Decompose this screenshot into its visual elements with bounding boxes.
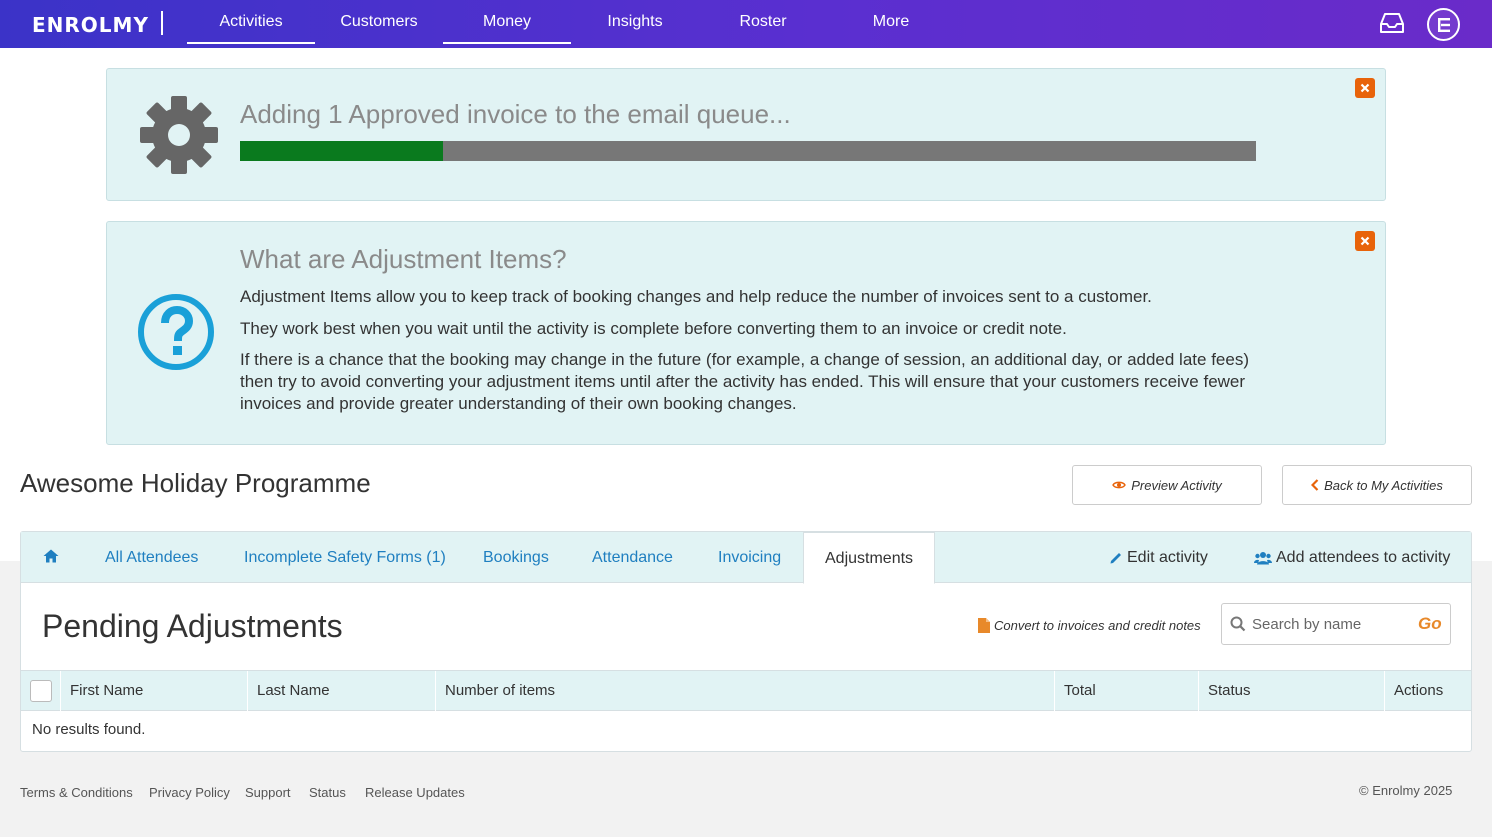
edit-activity-link[interactable]: Edit activity xyxy=(1109,532,1208,583)
info-alert: What are Adjustment Items? Adjustment It… xyxy=(106,221,1386,445)
file-icon xyxy=(978,618,990,633)
pending-adjustments-title: Pending Adjustments xyxy=(42,608,343,644)
close-progress-alert-button[interactable] xyxy=(1355,78,1375,98)
adjustments-panel: All Attendees Incomplete Safety Forms (1… xyxy=(20,531,1472,752)
close-icon xyxy=(1360,236,1370,246)
info-paragraph-1: Adjustment Items allow you to keep track… xyxy=(240,287,1152,306)
close-icon xyxy=(1360,83,1370,93)
preview-activity-button[interactable]: Preview Activity xyxy=(1072,465,1262,505)
top-nav: ENROLMY Activities Customers Money Insig… xyxy=(0,0,1492,48)
edit-activity-label: Edit activity xyxy=(1127,548,1208,566)
progress-bar xyxy=(240,141,1256,161)
column-total[interactable]: Total xyxy=(1054,671,1198,711)
info-alert-title: What are Adjustment Items? xyxy=(240,244,567,274)
search-input[interactable] xyxy=(1252,605,1412,643)
search-icon xyxy=(1230,616,1246,632)
nav-money[interactable]: Money xyxy=(443,0,571,44)
users-icon xyxy=(1254,551,1272,564)
convert-label: Convert to invoices and credit notes xyxy=(994,618,1201,633)
pencil-icon xyxy=(1110,552,1121,563)
footer-status-link[interactable]: Status xyxy=(309,785,346,800)
enrolmy-logo[interactable]: ENROLMY xyxy=(32,13,149,37)
column-status[interactable]: Status xyxy=(1198,671,1384,711)
nav-customers[interactable]: Customers xyxy=(315,0,443,44)
back-to-activities-label: Back to My Activities xyxy=(1324,477,1443,493)
question-circle-icon xyxy=(136,292,216,377)
tab-attendance[interactable]: Attendance xyxy=(592,532,673,583)
nav-more[interactable]: More xyxy=(827,0,955,44)
tab-bookings[interactable]: Bookings xyxy=(483,532,549,583)
chevron-left-icon xyxy=(1311,479,1319,491)
progress-alert-title: Adding 1 Approved invoice to the email q… xyxy=(240,99,791,129)
info-paragraph-3: If there is a chance that the booking ma… xyxy=(240,350,1249,413)
select-all-checkbox[interactable] xyxy=(30,680,52,702)
eye-icon xyxy=(1112,481,1127,489)
activity-tabbar: All Attendees Incomplete Safety Forms (1… xyxy=(21,532,1471,584)
footer-support-link[interactable]: Support xyxy=(245,785,291,800)
nav-activities[interactable]: Activities xyxy=(187,0,315,44)
footer-terms-link[interactable]: Terms & Conditions xyxy=(20,785,133,800)
home-icon xyxy=(43,549,59,563)
tab-adjustments[interactable]: Adjustments xyxy=(803,532,936,584)
nav-roster[interactable]: Roster xyxy=(699,0,827,44)
enrolmy-e-icon xyxy=(1438,18,1450,32)
search-go-button[interactable]: Go xyxy=(1418,614,1442,634)
tab-all-attendees[interactable]: All Attendees xyxy=(105,532,198,583)
table-header: First Name Last Name Number of items Tot… xyxy=(21,670,1471,711)
add-attendees-label: Add attendees to activity xyxy=(1276,548,1451,566)
empty-table-message: No results found. xyxy=(32,721,146,738)
add-attendees-link[interactable]: Add attendees to activity xyxy=(1254,532,1450,583)
footer-privacy-link[interactable]: Privacy Policy xyxy=(149,785,230,800)
tab-incomplete-safety-forms[interactable]: Incomplete Safety Forms (1) xyxy=(244,532,446,583)
tab-invoicing[interactable]: Invoicing xyxy=(718,532,781,583)
user-avatar[interactable] xyxy=(1427,8,1460,41)
preview-activity-label: Preview Activity xyxy=(1131,477,1222,493)
progress-bar-fill xyxy=(240,141,444,161)
gear-icon xyxy=(139,95,219,180)
progress-alert: Adding 1 Approved invoice to the email q… xyxy=(106,68,1386,201)
info-paragraph-2: They work best when you wait until the a… xyxy=(240,319,1067,338)
column-actions: Actions xyxy=(1384,671,1471,711)
footer-release-updates-link[interactable]: Release Updates xyxy=(365,785,465,800)
column-last-name[interactable]: Last Name xyxy=(247,671,435,711)
back-to-activities-button[interactable]: Back to My Activities xyxy=(1282,465,1472,505)
column-number-of-items[interactable]: Number of items xyxy=(435,671,1054,711)
column-first-name[interactable]: First Name xyxy=(60,671,248,711)
footer-copyright: © Enrolmy 2025 xyxy=(1359,783,1453,798)
inbox-icon[interactable] xyxy=(1380,12,1404,36)
nav-insights[interactable]: Insights xyxy=(571,0,699,44)
search-box: Go xyxy=(1221,603,1451,645)
close-info-alert-button[interactable] xyxy=(1355,231,1375,251)
tab-home[interactable] xyxy=(43,532,59,583)
convert-to-invoices-link[interactable]: Convert to invoices and credit notes xyxy=(978,618,1201,633)
activity-title: Awesome Holiday Programme xyxy=(20,468,371,498)
logo-divider xyxy=(161,11,163,35)
